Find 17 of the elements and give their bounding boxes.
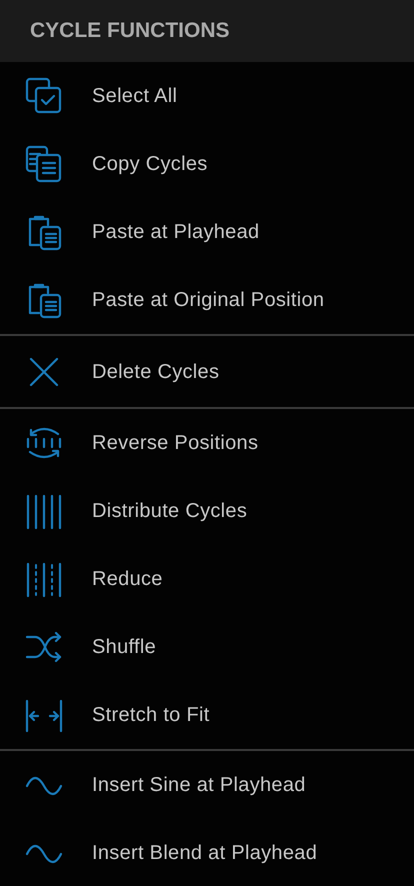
documents-icon: [25, 145, 63, 183]
menu-item[interactable]: Select All: [0, 62, 414, 130]
menu-item[interactable]: Shuffle: [0, 613, 414, 681]
dotted-lines-icon: [25, 560, 63, 598]
panel-title: CYCLE FUNCTIONS: [30, 18, 230, 44]
menu-item[interactable]: Stretch to Fit: [0, 681, 414, 749]
menu-item[interactable]: Insert Sine at Playhead: [0, 751, 414, 819]
vertical-lines-icon: [25, 492, 63, 530]
menu-item[interactable]: Delete Cycles: [0, 336, 414, 407]
menu-item[interactable]: Distribute Cycles: [0, 477, 414, 545]
menu-item[interactable]: Copy Cycles: [0, 130, 414, 198]
menu-item[interactable]: Paste at Playhead: [0, 198, 414, 266]
menu-item[interactable]: Reverse Positions: [0, 409, 414, 477]
menu-item[interactable]: Reduce: [0, 545, 414, 613]
menu-item[interactable]: Paste at Original Position: [0, 266, 414, 334]
checkbox-icon: [25, 77, 63, 115]
menu-item[interactable]: Insert Blend at Playhead: [0, 819, 414, 886]
